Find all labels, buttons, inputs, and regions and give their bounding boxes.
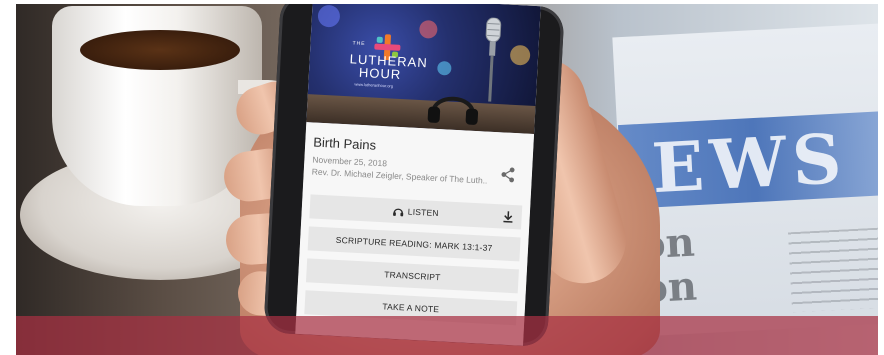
listen-button[interactable]: LISTEN <box>309 194 523 230</box>
logo-prefix: THE <box>352 40 366 48</box>
scripture-label: SCRIPTURE READING: MARK 13:1-37 <box>335 234 493 253</box>
logo-wordmark: LUTHERAN HOUR <box>349 51 428 82</box>
logo-url: www.lutheranhour.org <box>354 81 394 89</box>
transcript-button[interactable]: TRANSCRIPT <box>305 258 519 294</box>
bokeh-light <box>437 60 452 76</box>
episode-card: Birth Pains November 25, 2018 Rev. Dr. M… <box>295 122 535 346</box>
frame-border <box>878 0 884 355</box>
newspaper-headline: EWS <box>650 118 850 210</box>
headphones-image-icon <box>427 96 479 125</box>
frame-border <box>0 0 16 355</box>
download-icon[interactable] <box>502 211 514 224</box>
headphones-icon <box>393 208 404 216</box>
phone-screen: THE LUTHERAN HOUR www.lutheranhour.org B… <box>295 0 541 346</box>
hero-banner: EWS on on THE LUTHERAN HOUR www.lutheran… <box>0 0 884 355</box>
frame-border <box>0 0 884 4</box>
footer-overlay-bar <box>16 316 878 355</box>
bokeh-light <box>317 4 341 28</box>
episode-author: Rev. Dr. Michael Zeigler, Speaker of The… <box>311 166 487 186</box>
newspaper-columns <box>787 227 883 313</box>
transcript-label: TRANSCRIPT <box>384 269 441 283</box>
listen-label: LISTEN <box>407 206 440 219</box>
podcast-cover-art: THE LUTHERAN HOUR www.lutheranhour.org <box>306 0 541 135</box>
take-a-note-label: TAKE A NOTE <box>382 301 440 315</box>
microphone-icon <box>485 17 502 102</box>
scripture-reading-button[interactable]: SCRIPTURE READING: MARK 13:1-37 <box>307 226 521 262</box>
share-icon[interactable] <box>499 166 516 183</box>
bokeh-light <box>418 19 438 39</box>
episode-title: Birth Pains <box>312 134 377 153</box>
coffee-surface <box>80 30 240 70</box>
bokeh-light <box>509 44 531 66</box>
